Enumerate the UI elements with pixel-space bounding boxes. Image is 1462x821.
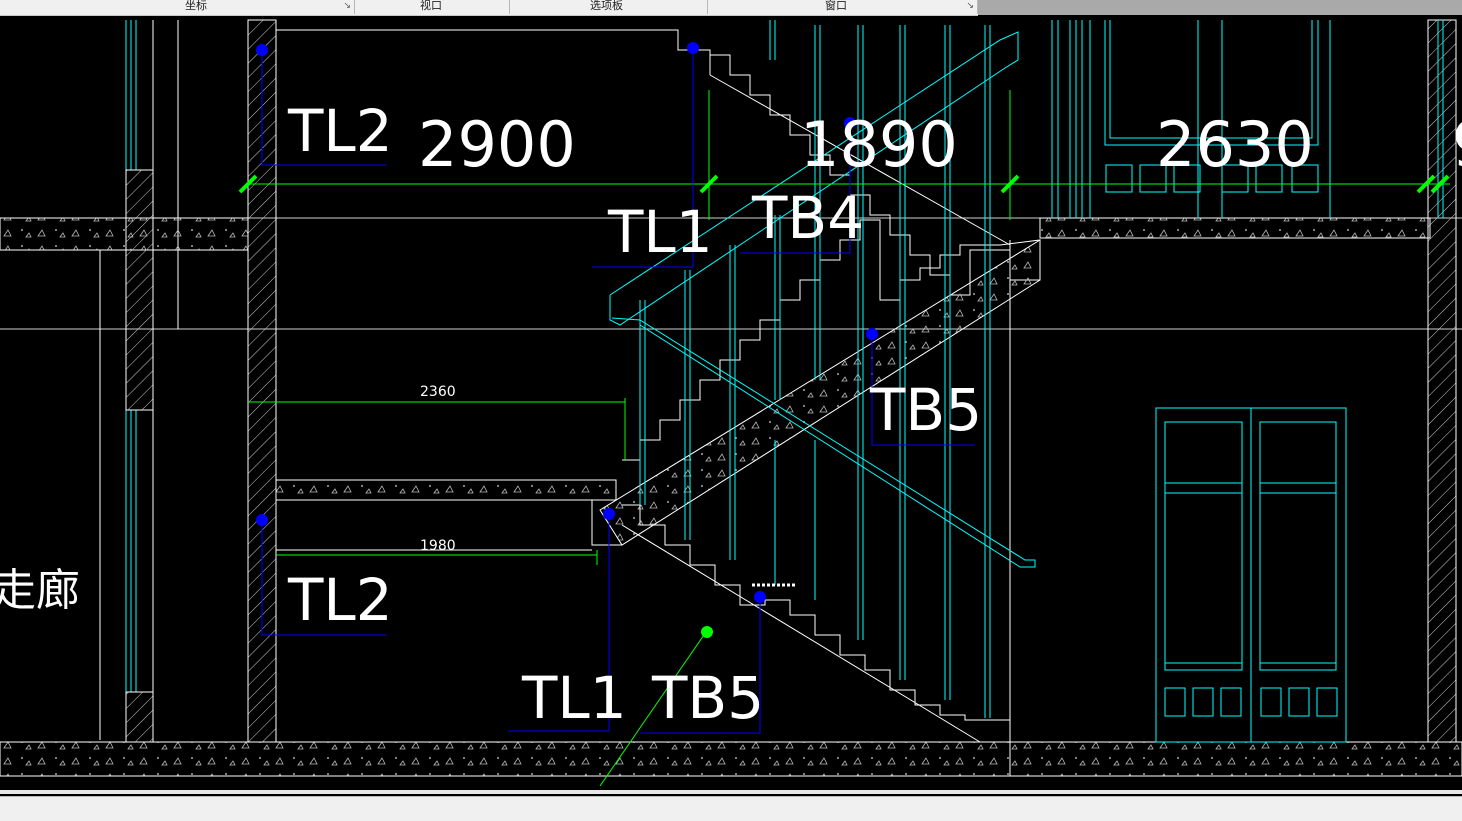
hatched-column-left [125, 169, 154, 411]
dim-1890: 1890 [800, 108, 958, 181]
command-line-area[interactable] [0, 796, 1462, 821]
tab-palettes-label: 选项板 [590, 0, 623, 12]
label-tl2-bottom: TL2 [287, 566, 393, 634]
menu-bar: 坐标 ↘ 视口 选项板 窗口 ↘ [0, 0, 1462, 16]
mid-landing-slab [275, 479, 617, 501]
dim-2630: 2630 [1156, 108, 1314, 181]
cad-drawing[interactable]: 2900 1890 2630 9 2360 1980 TL2 TL2 TL1 T… [0, 15, 1462, 787]
label-tb5-bottom: TB5 [651, 664, 764, 732]
dim-1980: 1980 [420, 538, 456, 554]
label-tb4: TB4 [751, 184, 864, 252]
corner-arrow-icon: ↘ [966, 1, 974, 11]
dim-edge-partial: 9 [1452, 108, 1462, 181]
floor-slab-left [0, 217, 249, 251]
label-tl1-bottom: TL1 [521, 664, 627, 732]
hatched-column-left-bottom [125, 691, 154, 743]
label-tl1-mid: TL1 [607, 198, 713, 266]
tab-viewport-label: 视口 [420, 0, 442, 12]
ground-slab [0, 741, 1462, 777]
label-corridor: 走廊 [0, 565, 80, 616]
top-landing [276, 29, 711, 75]
grip-point-green[interactable] [701, 626, 713, 638]
label-tb5-mid: TB5 [869, 376, 982, 444]
tab-coordinates-label: 坐标 [185, 0, 207, 12]
menu-tabs: 坐标 ↘ 视口 选项板 窗口 ↘ [0, 0, 978, 16]
floor-slab-right [1039, 217, 1431, 239]
status-bar [0, 786, 1462, 821]
dim-2900: 2900 [418, 108, 576, 181]
tab-coordinates[interactable]: 坐标 ↘ [0, 0, 355, 14]
dim-2360: 2360 [420, 384, 456, 400]
corner-arrow-icon: ↘ [343, 1, 351, 11]
double-door [1155, 407, 1347, 743]
tab-window[interactable]: 窗口 ↘ [708, 0, 978, 14]
label-tl2-top: TL2 [287, 97, 393, 165]
tab-viewport[interactable]: 视口 [355, 0, 510, 14]
tab-window-label: 窗口 [825, 0, 847, 12]
scrollbar-track[interactable] [0, 790, 1462, 794]
drawing-canvas[interactable]: 2900 1890 2630 9 2360 1980 TL2 TL2 TL1 T… [0, 15, 1462, 787]
tab-palettes[interactable]: 选项板 [510, 0, 708, 14]
